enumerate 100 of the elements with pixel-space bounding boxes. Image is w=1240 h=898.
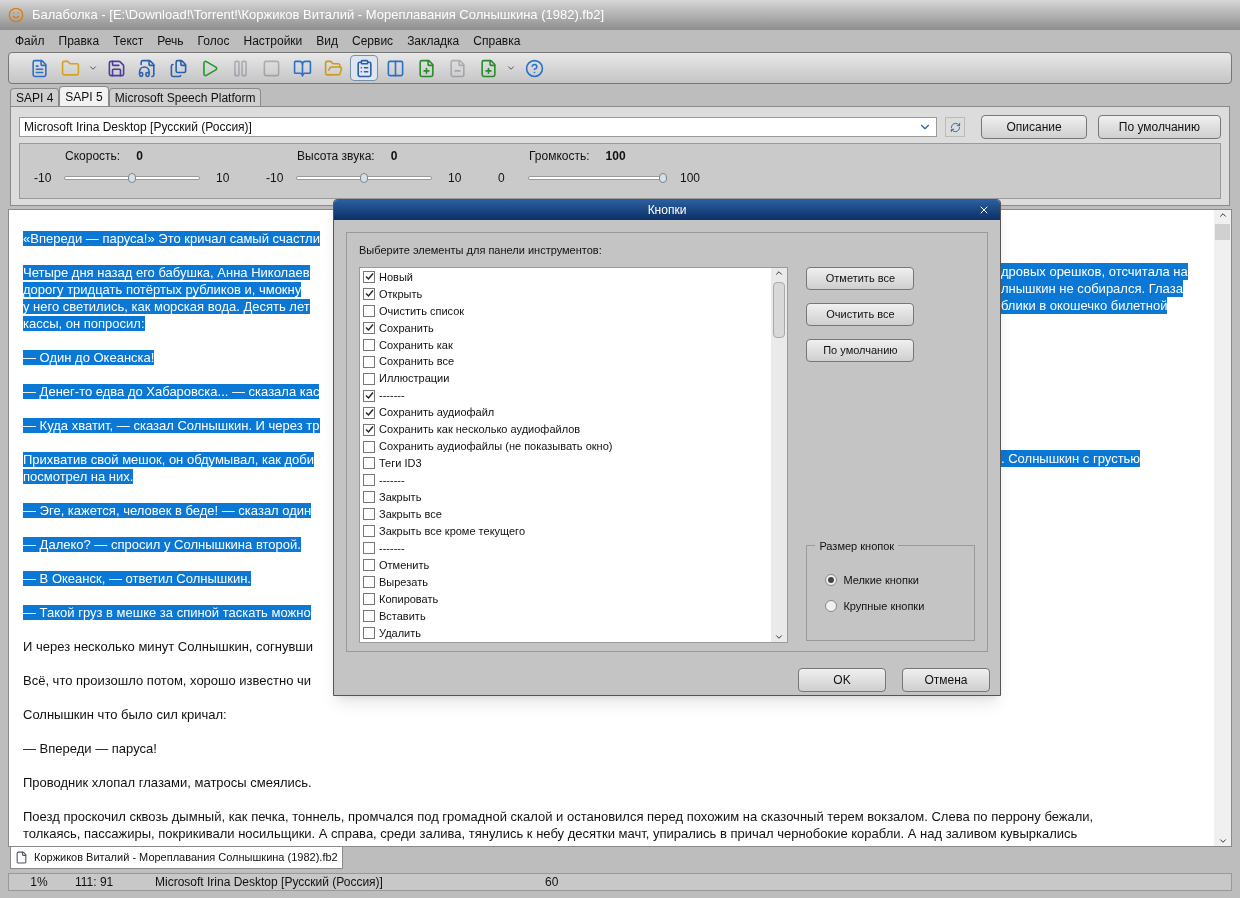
tab[interactable]: SAPI 5	[59, 86, 109, 106]
dialog-title: Кнопки	[647, 202, 687, 219]
checkbox[interactable]	[363, 423, 375, 436]
dialog-side-button[interactable]: По умолчанию	[806, 338, 915, 362]
slider-max: 100	[679, 170, 701, 187]
checkbox[interactable]	[363, 576, 375, 589]
menu-item[interactable]: Правка	[51, 32, 107, 50]
menu-item[interactable]: Файл	[8, 32, 52, 50]
prompt-text: Выберите элементы для панели инструментов:	[359, 243, 603, 258]
checklist-item[interactable]: Отменить	[363, 556, 772, 574]
checklist-item[interactable]: Сохранить как несколько аудиофайлов	[363, 421, 772, 439]
slider-thumb[interactable]	[360, 173, 368, 183]
checkbox[interactable]	[363, 559, 375, 572]
scroll-up-icon[interactable]	[1217, 210, 1228, 220]
slider-value: 0	[136, 148, 143, 165]
checklist-item[interactable]: Закрыть все кроме текущего	[363, 522, 772, 540]
checklist-item[interactable]: Закрыть все	[363, 505, 772, 523]
checklist-item[interactable]: Теги ID3	[363, 455, 772, 472]
checkbox[interactable]	[363, 321, 375, 334]
scrollbar[interactable]	[1214, 210, 1231, 846]
dialog-button[interactable]: OK	[798, 668, 886, 692]
scrollbar-thumb[interactable]	[1215, 224, 1230, 240]
checklist-item[interactable]: Новый	[363, 268, 772, 286]
checklist-item[interactable]: Сохранить все	[363, 353, 772, 371]
radio-button[interactable]	[825, 573, 838, 586]
dialog-side-button[interactable]: Очистить все	[806, 302, 915, 326]
folder-icon	[323, 58, 343, 78]
slider-thumb[interactable]	[659, 173, 667, 183]
radio-option[interactable]: Мелкие кнопки	[825, 571, 974, 588]
checkbox[interactable]	[363, 440, 375, 453]
menu-item[interactable]: Справка	[466, 32, 528, 50]
slider-min: -10	[33, 170, 53, 187]
slider-track[interactable]	[296, 176, 432, 180]
book-icon	[292, 58, 312, 78]
app-icon	[8, 7, 24, 23]
checklist-item[interactable]: Открыть	[363, 285, 772, 303]
menu-item[interactable]: Сервис	[345, 32, 401, 50]
slider-thumb[interactable]	[128, 173, 136, 183]
checklist-item[interactable]: Сохранить	[363, 319, 772, 337]
checklist-item[interactable]: Очистить список	[363, 302, 772, 320]
checkbox[interactable]	[363, 287, 375, 300]
checklist-item[interactable]: -------	[363, 539, 772, 557]
document-tab[interactable]: Коржиков Виталий - Мореплавания Солнышкина (1982).fb2	[10, 847, 343, 869]
text-line: — Впереди — паруса!	[23, 740, 157, 756]
checklist-item[interactable]: Сохранить аудиофайлы (не показывать окно)	[363, 438, 772, 455]
checkbox[interactable]	[363, 457, 375, 470]
dialog-side-button[interactable]: Отметить все	[806, 266, 915, 290]
checklist-item[interactable]: Иллюстрации	[363, 370, 772, 388]
checkbox[interactable]	[363, 304, 375, 317]
help-icon	[524, 58, 544, 78]
status-field: 1%	[9, 873, 69, 891]
checkbox[interactable]	[363, 525, 375, 538]
checklist-item[interactable]: Сохранить аудиофайл	[363, 404, 772, 422]
checkbox[interactable]	[363, 627, 375, 639]
checkbox[interactable]	[363, 338, 375, 351]
checkbox[interactable]	[363, 355, 375, 368]
menu-item[interactable]: Голос	[190, 32, 237, 50]
menu-item[interactable]: Настройки	[236, 32, 310, 50]
checklist-item[interactable]: Удалить	[363, 624, 772, 642]
checkbox[interactable]	[363, 474, 375, 487]
checkbox[interactable]	[363, 270, 375, 283]
voice-button[interactable]: Описание	[981, 115, 1087, 139]
checklist-item[interactable]: Закрыть	[363, 488, 772, 506]
tab[interactable]: Microsoft Speech Platform	[108, 88, 262, 106]
checklist-item[interactable]: -------	[363, 387, 772, 405]
menu-item[interactable]: Вид	[309, 32, 346, 50]
scroll-down-icon[interactable]	[1217, 836, 1228, 846]
checkbox[interactable]	[363, 508, 375, 521]
slider-min: -10	[265, 170, 285, 187]
slider-track[interactable]	[528, 176, 664, 180]
checklist-item[interactable]: -------	[363, 471, 772, 489]
checklist-item[interactable]: Вырезать	[363, 573, 772, 591]
radio-button[interactable]	[825, 600, 838, 613]
menu-item[interactable]: Текст	[106, 32, 151, 50]
voice-dropdown[interactable]: Microsoft Irina Desktop [Русский (Россия)]	[19, 117, 938, 137]
tab[interactable]: SAPI 4	[10, 88, 60, 106]
checkbox[interactable]	[363, 542, 375, 555]
slider-min: 0	[497, 170, 506, 187]
checkbox[interactable]	[363, 593, 375, 606]
refresh-button[interactable]	[945, 117, 966, 137]
checkbox[interactable]	[363, 491, 375, 504]
text-line: толкаясь, пассажиры, покрикивали носильщики. А справа, среди залива, тянулись к небу десятки мачт, упирались в причал чернобокие корабли. А над заливом кувыркались	[23, 825, 1078, 841]
checkbox[interactable]	[363, 610, 375, 623]
slider-track[interactable]	[64, 176, 200, 180]
scrollbar[interactable]	[771, 267, 788, 642]
checkbox[interactable]	[363, 372, 375, 385]
checkbox[interactable]	[363, 406, 375, 419]
scrollbar-thumb[interactable]	[773, 281, 786, 338]
clipboard-button[interactable]	[350, 55, 378, 81]
menu-item[interactable]: Речь	[150, 32, 191, 50]
checklist-item[interactable]: Вставить	[363, 607, 772, 625]
caret-icon	[88, 63, 98, 73]
menu-item[interactable]: Закладка	[400, 32, 467, 50]
checklist-item[interactable]: Сохранить как	[363, 336, 772, 354]
radio-option[interactable]: Крупные кнопки	[825, 598, 974, 615]
document-icon	[29, 58, 49, 78]
voice-button[interactable]: По умолчанию	[1097, 115, 1221, 139]
checkbox[interactable]	[363, 389, 375, 402]
dialog-button[interactable]: Отмена	[902, 668, 990, 692]
checklist-item[interactable]: Копировать	[363, 590, 772, 608]
